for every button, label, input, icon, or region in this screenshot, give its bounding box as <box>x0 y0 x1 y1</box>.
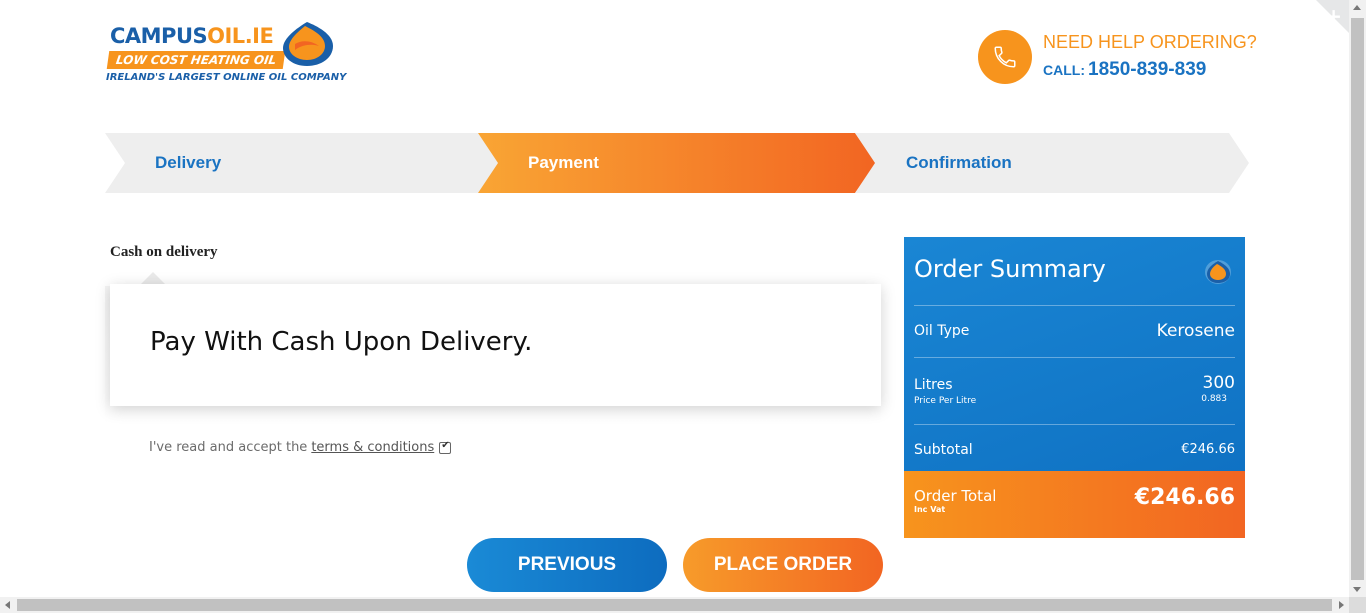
call-label: CALL: <box>1043 62 1085 78</box>
plus-icon[interactable]: + <box>1325 4 1342 28</box>
campusoil-logo[interactable]: CAMPUSOIL.IE LOW COST HEATING OIL IRELAN… <box>105 20 346 90</box>
litres-label: Litres <box>914 377 953 393</box>
subtotal-value: €246.66 <box>1181 442 1235 457</box>
help-title: NEED HELP ORDERING? <box>1043 32 1257 52</box>
horizontal-scroll-thumb[interactable] <box>17 599 1332 611</box>
previous-button[interactable]: PREVIOUS <box>467 538 667 592</box>
step-confirmation[interactable]: Confirmation <box>906 153 1012 173</box>
oil-type-label: Oil Type <box>914 323 970 339</box>
vertical-scroll-thumb[interactable] <box>1351 18 1364 580</box>
order-total-label: Order Total <box>914 487 997 505</box>
summary-divider <box>914 357 1235 358</box>
phone-icon <box>994 46 1016 68</box>
price-per-litre-label: Price Per Litre <box>914 396 977 406</box>
place-order-button[interactable]: PLACE ORDER <box>683 538 883 592</box>
checkout-steps: Delivery Payment Confirmation <box>105 133 1250 193</box>
phone-icon-badge[interactable] <box>978 30 1032 84</box>
phone-number-link[interactable]: 1850-839-839 <box>1088 59 1206 80</box>
order-total-band: Order Total Inc Vat €246.66 <box>904 471 1245 538</box>
logo-tagline: LOW COST HEATING OIL <box>106 51 286 69</box>
summary-divider <box>914 424 1235 425</box>
litres-value: 300 <box>1202 373 1235 393</box>
step-payment[interactable]: Payment <box>528 153 599 173</box>
help-call: CALL: 1850-839-839 <box>1043 59 1206 81</box>
order-total-value: €246.66 <box>1134 485 1235 510</box>
order-summary: Order Summary Oil Type Kerosene Litres P… <box>904 237 1245 538</box>
oil-drop-icon <box>1205 260 1231 284</box>
terms-prefix: I've read and accept the <box>149 440 308 455</box>
terms-row: I've read and accept the terms & conditi… <box>149 440 452 455</box>
scroll-up-icon[interactable] <box>1353 5 1361 10</box>
summary-divider <box>914 305 1235 306</box>
horizontal-scrollbar[interactable] <box>0 597 1349 613</box>
oil-type-value: Kerosene <box>1156 321 1235 341</box>
oil-drop-logo-icon <box>283 22 333 66</box>
summary-title: Order Summary <box>914 255 1106 283</box>
payment-method-label[interactable]: Cash on delivery <box>110 244 218 261</box>
payment-method-panel: Pay With Cash Upon Delivery. <box>110 284 881 406</box>
scroll-down-icon[interactable] <box>1353 587 1361 592</box>
step-delivery[interactable]: Delivery <box>155 153 221 173</box>
inc-vat-label: Inc Vat <box>914 505 946 514</box>
payment-method-text: Pay With Cash Upon Delivery. <box>150 327 533 357</box>
terms-checkbox[interactable] <box>439 440 452 454</box>
subtotal-label: Subtotal <box>914 442 973 458</box>
scrollbar-corner <box>1349 597 1366 613</box>
scroll-right-icon[interactable] <box>1339 601 1344 609</box>
price-per-litre-value: 0.883 <box>1201 394 1227 404</box>
logo-brand: CAMPUSOIL.IE <box>110 24 274 48</box>
logo-subtitle: IRELAND'S LARGEST ONLINE OIL COMPANY <box>106 72 347 83</box>
terms-link[interactable]: terms & conditions <box>311 440 434 455</box>
scroll-left-icon[interactable] <box>5 601 10 609</box>
vertical-scrollbar[interactable] <box>1349 0 1366 597</box>
